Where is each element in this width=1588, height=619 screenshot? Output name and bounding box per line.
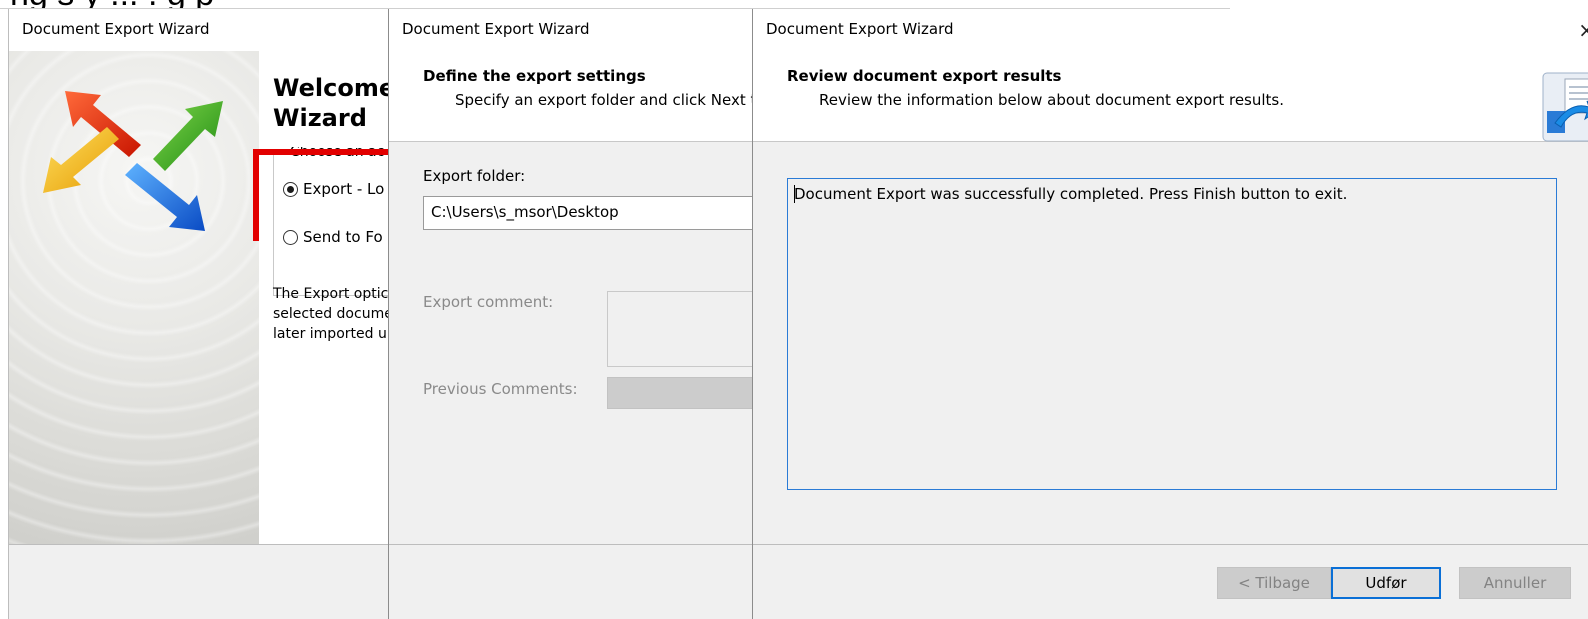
description-line: later imported u — [273, 326, 387, 342]
results-text: Document Export was successfully complet… — [794, 185, 1348, 203]
wizard-footer — [389, 544, 753, 619]
radio-selected-icon — [283, 181, 298, 197]
header-subtitle: Review the information below about docum… — [819, 91, 1285, 109]
welcome-content: Welcome Wizard Choose an ac Export - Lo … — [253, 51, 389, 544]
wizard-footer: < Tilbage Udfør Annuller — [753, 544, 1588, 619]
radio-send-to-folder[interactable]: Send to Fo — [283, 226, 389, 248]
radio-label: Send to Fo — [303, 228, 383, 246]
radio-unselected-icon — [283, 229, 298, 245]
four-arrows-icon — [43, 91, 223, 231]
page-title: Welcome Wizard — [273, 73, 389, 133]
wizard-header: Define the export settings Specify an ex… — [389, 51, 753, 142]
close-icon[interactable]: × — [1578, 18, 1588, 42]
wizard-header: Review document export results Review th… — [753, 51, 1588, 142]
export-folder-label: Export folder: — [423, 167, 526, 185]
cancel-button[interactable]: Annuller — [1459, 567, 1571, 599]
wizard-side-art — [9, 51, 259, 544]
settings-body: Export folder: C:\Users\s_msor\Desktop E… — [389, 142, 753, 544]
results-body: Document Export was successfully complet… — [753, 142, 1588, 544]
window-title: Document Export Wizard — [402, 20, 590, 38]
results-textarea[interactable]: Document Export was successfully complet… — [787, 178, 1557, 490]
window-title: Document Export Wizard — [22, 20, 210, 38]
heading-line: Welcome — [273, 74, 389, 102]
window-title: Document Export Wizard — [766, 20, 954, 38]
export-folder-input[interactable]: C:\Users\s_msor\Desktop — [423, 196, 753, 230]
header-title: Review document export results — [787, 67, 1062, 85]
description-line: The Export optic — [273, 286, 389, 302]
results-window: Document Export Wizard × Review document… — [752, 9, 1588, 619]
heading-line: Wizard — [273, 104, 367, 132]
titlebar: Document Export Wizard — [9, 9, 389, 51]
text-caret — [794, 185, 795, 203]
previous-comments-dropdown[interactable] — [607, 377, 753, 409]
titlebar: Document Export Wizard × — [753, 9, 1588, 51]
document-export-icon — [1542, 72, 1588, 142]
description-line: selected docume — [273, 306, 389, 322]
export-comment-label: Export comment: — [423, 293, 554, 311]
previous-comments-label: Previous Comments: — [423, 380, 578, 398]
welcome-window: Document Export Wizard Welcome Wizard Ch… — [8, 9, 389, 619]
header-subtitle: Specify an export folder and click Next … — [455, 91, 753, 109]
export-comment-input[interactable] — [607, 291, 753, 367]
header-title: Define the export settings — [423, 67, 646, 85]
back-button[interactable]: < Tilbage — [1217, 567, 1331, 599]
export-description: The Export optic selected docume later i… — [273, 284, 389, 344]
finish-button[interactable]: Udfør — [1331, 567, 1441, 599]
radio-export[interactable]: Export - Lo — [283, 178, 389, 200]
radio-label: Export - Lo — [303, 180, 385, 198]
settings-window: Document Export Wizard Define the export… — [388, 9, 753, 619]
wizard-footer — [9, 544, 389, 619]
titlebar: Document Export Wizard — [389, 9, 753, 51]
